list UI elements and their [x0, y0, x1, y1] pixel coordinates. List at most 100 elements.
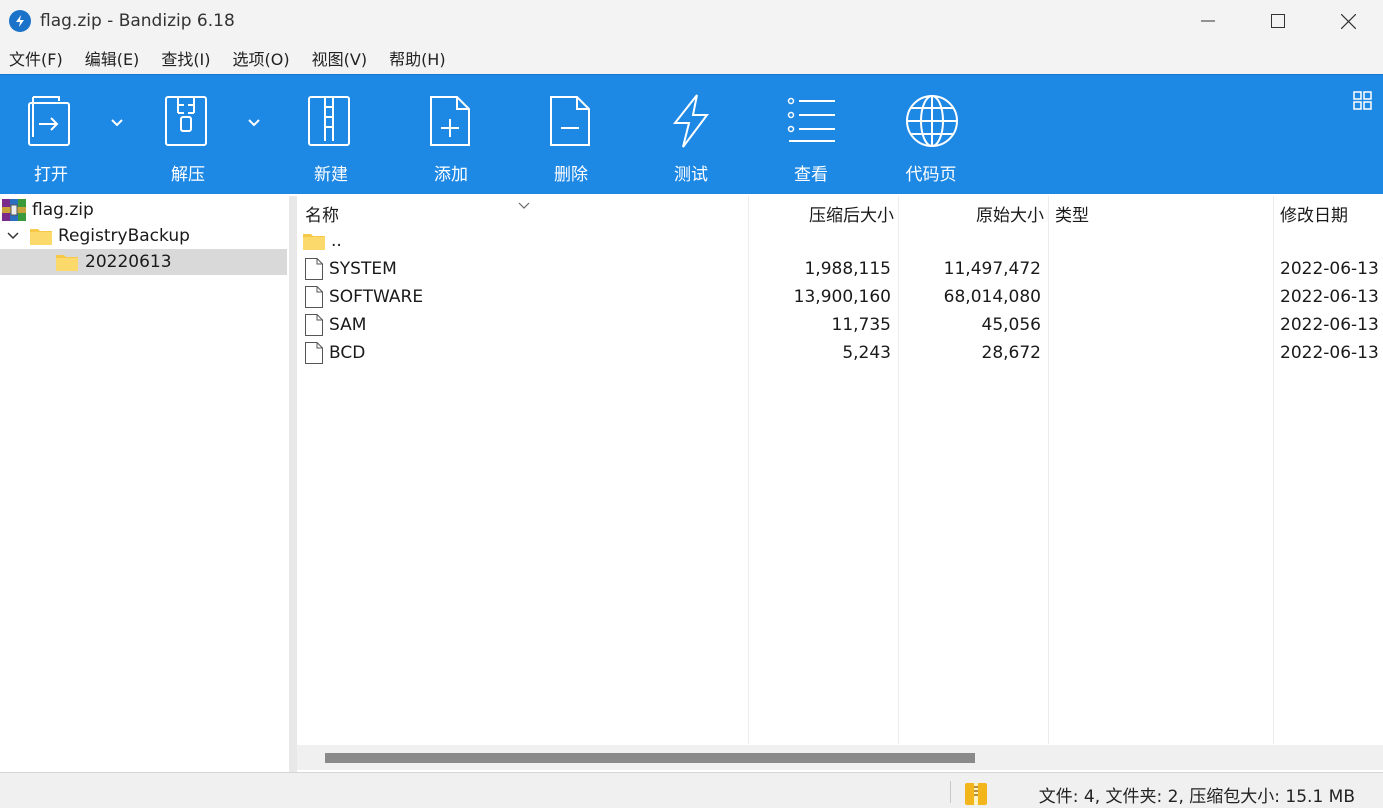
column-header-modified[interactable]: 修改日期: [1280, 196, 1383, 230]
file-original-size: 45,056: [981, 315, 1041, 335]
toolbar: 打开 解压 新建 添加 删除 测试 查看 代码页: [0, 74, 1383, 194]
archive-file-icon: [2, 199, 26, 221]
table-row[interactable]: SOFTWARE 13,900,160 68,014,080 2022-06-1…: [297, 283, 1383, 311]
folder-icon: [56, 255, 78, 271]
file-list: 名称 压缩后大小 原始大小 类型 修改日期 .. SYSTEM 1,988,11…: [297, 196, 1383, 772]
file-original-size: 28,672: [981, 343, 1041, 363]
file-packed-size: 11,735: [831, 315, 891, 335]
extract-dropdown-chevron-icon[interactable]: [247, 113, 267, 133]
tree-archive-label: flag.zip: [32, 200, 94, 220]
open-label: 打开: [34, 165, 68, 185]
menu-help[interactable]: 帮助(H): [389, 46, 446, 70]
file-original-size: 11,497,472: [943, 259, 1041, 279]
test-label: 测试: [674, 165, 708, 185]
test-button[interactable]: 测试: [641, 75, 741, 195]
file-icon: [305, 258, 323, 280]
table-row[interactable]: SAM 11,735 45,056 2022-06-13: [297, 311, 1383, 339]
file-original-size: 68,014,080: [943, 287, 1041, 307]
file-name: SYSTEM: [329, 259, 397, 279]
lightning-icon: [672, 94, 709, 148]
table-row[interactable]: SYSTEM 1,988,115 11,497,472 2022-06-13: [297, 255, 1383, 283]
menu-bar: 文件(F) 编辑(E) 查找(I) 选项(O) 视图(V) 帮助(H): [0, 42, 1383, 74]
column-packed-label: 压缩后大小: [809, 205, 894, 226]
tree-subfolder-label: 20220613: [85, 252, 172, 272]
horizontal-scrollbar[interactable]: [297, 745, 1383, 770]
list-item-parent[interactable]: ..: [297, 227, 1383, 255]
open-button[interactable]: 打开: [1, 75, 101, 195]
new-archive-icon: [308, 96, 350, 146]
title-bar: flag.zip - Bandizip 6.18: [0, 0, 1383, 42]
delete-file-icon: [550, 96, 590, 146]
status-divider: [950, 781, 951, 803]
new-label: 新建: [314, 165, 348, 185]
sort-chevron-icon: [517, 196, 531, 215]
open-icon: [28, 96, 70, 146]
file-icon: [305, 286, 323, 308]
close-button[interactable]: [1313, 0, 1383, 42]
file-name: BCD: [329, 343, 366, 363]
list-view-icon: [787, 97, 835, 142]
tree-item-archive[interactable]: flag.zip: [2, 197, 94, 223]
file-modified: 2022-06-13: [1280, 315, 1379, 335]
add-button[interactable]: 添加: [401, 75, 501, 195]
file-packed-size: 1,988,115: [804, 259, 891, 279]
table-row[interactable]: BCD 5,243 28,672 2022-06-13: [297, 339, 1383, 367]
pane-splitter[interactable]: [289, 196, 297, 772]
column-type-label: 类型: [1055, 205, 1089, 226]
maximize-button[interactable]: [1243, 0, 1313, 42]
add-file-icon: [430, 96, 470, 146]
file-modified: 2022-06-13: [1280, 259, 1379, 279]
layout-grid-icon[interactable]: [1353, 91, 1373, 115]
column-header-packed-size[interactable]: 压缩后大小: [749, 196, 894, 230]
file-name: SAM: [329, 315, 367, 335]
menu-edit[interactable]: 编辑(E): [85, 46, 140, 70]
delete-label: 删除: [554, 165, 588, 185]
bandizip-app-icon: [9, 10, 31, 32]
file-packed-size: 5,243: [842, 343, 891, 363]
chevron-down-icon[interactable]: [6, 231, 20, 241]
extract-label: 解压: [171, 165, 205, 185]
column-header-type[interactable]: 类型: [1055, 196, 1265, 230]
file-type: [1055, 311, 1265, 339]
file-modified: 2022-06-13: [1280, 343, 1379, 363]
menu-file[interactable]: 文件(F): [9, 46, 63, 70]
parent-folder-label: ..: [331, 231, 342, 251]
file-icon: [305, 314, 323, 336]
open-dropdown-chevron-icon[interactable]: [110, 113, 130, 133]
column-name-label: 名称: [305, 205, 339, 226]
delete-button[interactable]: 删除: [521, 75, 621, 195]
folder-icon: [30, 229, 52, 245]
tree-folder-label: RegistryBackup: [58, 226, 190, 246]
globe-icon: [906, 95, 958, 147]
column-modified-label: 修改日期: [1280, 205, 1348, 226]
column-header-original-size[interactable]: 原始大小: [899, 196, 1044, 230]
file-type: [1055, 283, 1265, 311]
view-button[interactable]: 查看: [761, 75, 861, 195]
new-button[interactable]: 新建: [281, 75, 381, 195]
tree-item-registrybackup[interactable]: RegistryBackup: [6, 223, 190, 249]
extract-button[interactable]: 解压: [138, 75, 238, 195]
file-modified: 2022-06-13: [1280, 287, 1379, 307]
file-icon: [305, 342, 323, 364]
menu-options[interactable]: 选项(O): [233, 46, 290, 70]
window-title: flag.zip - Bandizip 6.18: [40, 11, 235, 31]
menu-find[interactable]: 查找(I): [161, 46, 210, 70]
status-bar: 文件: 4, 文件夹: 2, 压缩包大小: 15.1 MB: [0, 772, 1383, 808]
scrollbar-thumb[interactable]: [325, 753, 975, 763]
status-summary: 文件: 4, 文件夹: 2, 压缩包大小: 15.1 MB: [1038, 787, 1355, 807]
file-packed-size: 13,900,160: [793, 287, 891, 307]
column-original-label: 原始大小: [976, 205, 1044, 226]
extract-icon: [165, 96, 207, 146]
menu-view[interactable]: 视图(V): [312, 46, 367, 70]
file-type: [1055, 339, 1265, 367]
minimize-button[interactable]: [1173, 0, 1243, 42]
add-label: 添加: [434, 165, 468, 185]
codepage-button[interactable]: 代码页: [881, 75, 981, 195]
archive-status-icon: [964, 782, 988, 810]
folder-tree: flag.zip RegistryBackup 20220613: [0, 196, 289, 772]
folder-icon: [303, 234, 325, 250]
tree-item-20220613[interactable]: 20220613: [0, 249, 287, 275]
file-type: [1055, 255, 1265, 283]
codepage-label: 代码页: [905, 165, 957, 185]
file-name: SOFTWARE: [329, 287, 424, 307]
